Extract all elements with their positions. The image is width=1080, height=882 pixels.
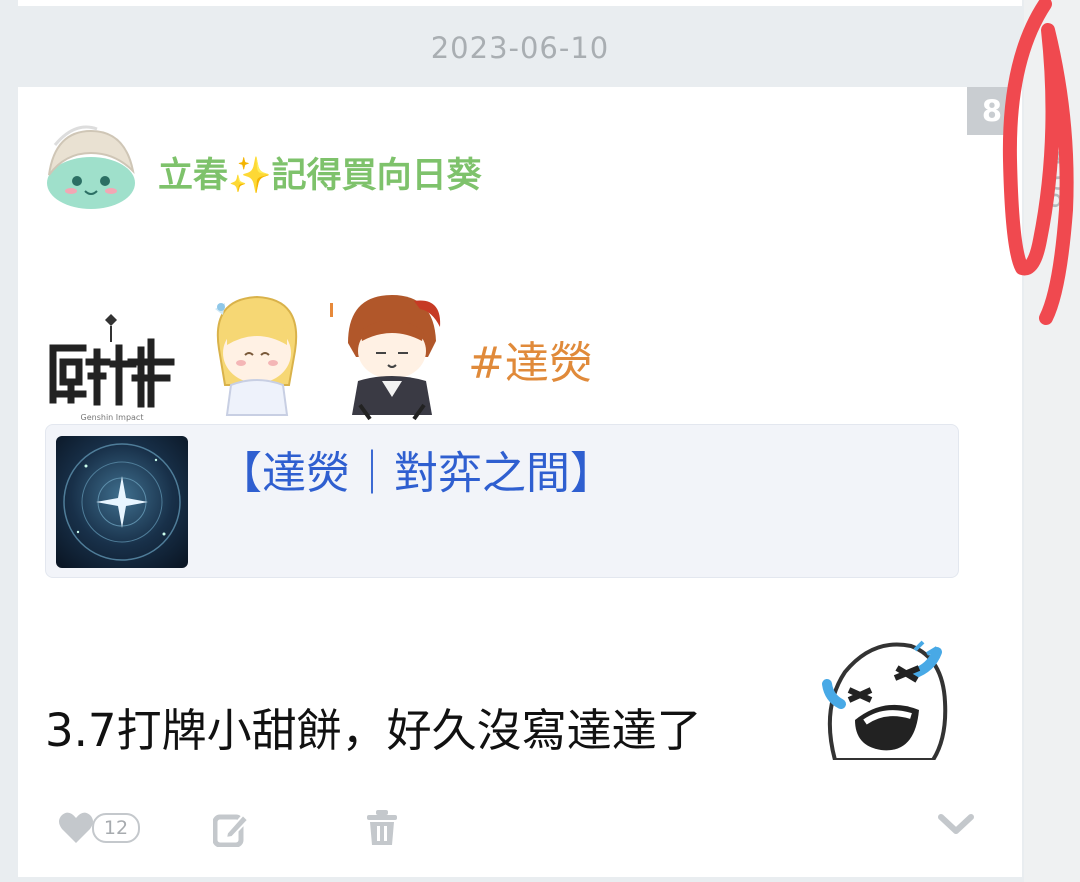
chevron-down-icon bbox=[938, 814, 974, 834]
post-action-bar: 12 bbox=[18, 799, 1022, 859]
trash-icon bbox=[367, 810, 397, 845]
edit-icon bbox=[213, 813, 249, 847]
post-card: 8 立春✨記得買向日葵 Genshin Impact #達熒 【達熒｜對弈之間】… bbox=[18, 87, 1022, 877]
crying-face-emoji bbox=[815, 638, 950, 762]
avatar[interactable] bbox=[45, 123, 137, 215]
like-button[interactable]: 12 bbox=[58, 799, 148, 859]
svg-text:Genshin Impact: Genshin Impact bbox=[81, 413, 144, 422]
floor-badge: 8 bbox=[967, 87, 1017, 135]
date-separator: 2023-06-10 bbox=[430, 31, 610, 65]
expand-button[interactable] bbox=[934, 799, 978, 859]
previous-post-card bbox=[18, 0, 1022, 6]
sticker-chibi-lumine bbox=[201, 289, 313, 421]
like-count: 12 bbox=[92, 813, 140, 843]
link-card[interactable]: 【達熒｜對弈之間】 bbox=[45, 424, 959, 578]
sticker-chibi-tartaglia bbox=[330, 287, 455, 422]
edit-button[interactable] bbox=[211, 799, 251, 859]
genshin-logo: Genshin Impact bbox=[45, 312, 180, 427]
post-body-text: 3.7打牌小甜餅，好久沒寫達達了 bbox=[45, 704, 702, 757]
delete-button[interactable] bbox=[362, 799, 402, 859]
hashtag-link[interactable]: #達熒 bbox=[468, 327, 593, 391]
link-title[interactable]: 【達熒｜對弈之間】 bbox=[218, 437, 614, 501]
post-time: 19:08 bbox=[1043, 131, 1074, 209]
link-thumbnail bbox=[56, 436, 188, 568]
author-name[interactable]: 立春✨記得買向日葵 bbox=[158, 147, 482, 198]
heart-icon bbox=[59, 812, 93, 843]
